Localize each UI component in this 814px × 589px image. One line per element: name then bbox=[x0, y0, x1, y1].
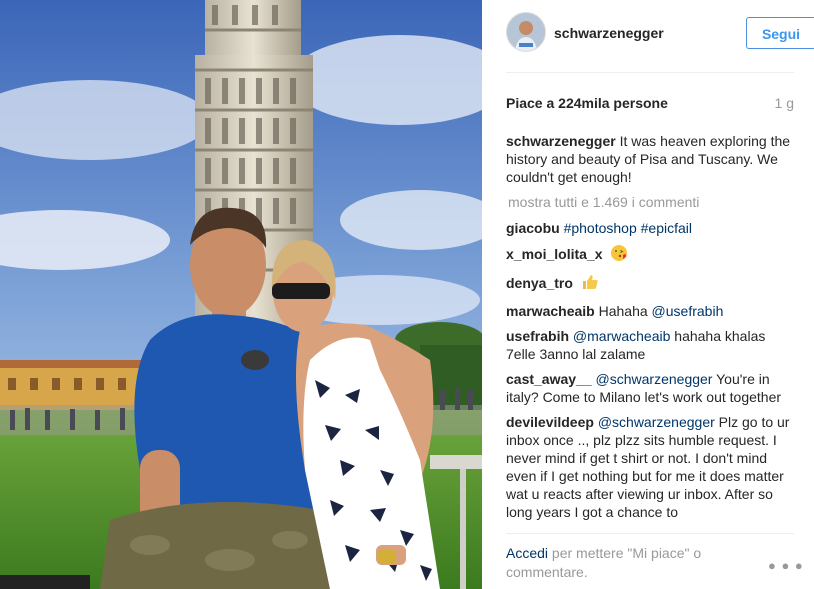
post-side-panel: schwarzenegger Segui Piace a 224mila per… bbox=[482, 0, 814, 589]
list-item: giacobu #photoshop #epicfail bbox=[506, 219, 796, 237]
comment-username[interactable]: marwacheaib bbox=[506, 303, 595, 319]
divider bbox=[506, 533, 794, 534]
comment-username[interactable]: cast_away__ bbox=[506, 371, 592, 387]
thumbs-up-icon bbox=[581, 273, 599, 295]
author-username[interactable]: schwarzenegger bbox=[554, 25, 664, 41]
comment-username[interactable]: devilevildeep bbox=[506, 414, 594, 430]
post-time[interactable]: 1 g bbox=[775, 95, 794, 111]
hashtag-link[interactable]: #epicfail bbox=[641, 220, 692, 236]
comment-username[interactable]: usefrabih bbox=[506, 328, 569, 344]
comment-text: Hahaha bbox=[598, 303, 652, 319]
list-item: devilevildeep @schwarzenegger Plz go to … bbox=[506, 413, 796, 521]
mention-link[interactable]: @marwacheaib bbox=[573, 328, 670, 344]
comment-username[interactable]: denya_tro bbox=[506, 275, 573, 291]
mention-link[interactable]: @schwarzenegger bbox=[596, 371, 713, 387]
avatar[interactable] bbox=[506, 12, 546, 52]
hashtag-link[interactable]: #photoshop bbox=[564, 220, 637, 236]
list-item: denya_tro bbox=[506, 273, 796, 295]
divider bbox=[506, 72, 794, 73]
mention-link[interactable]: @usefrabih bbox=[652, 303, 724, 319]
list-item: usefrabih @marwacheaib hahaha khalas 7el… bbox=[506, 327, 796, 363]
mention-link[interactable]: @schwarzenegger bbox=[598, 414, 715, 430]
post-header: schwarzenegger Segui bbox=[506, 12, 814, 56]
login-prompt: Accedi per mettere "Mi piace" o commenta… bbox=[506, 544, 736, 582]
caption: schwarzenegger It was heaven exploring t… bbox=[506, 132, 796, 186]
show-all-comments-link[interactable]: mostra tutti e 1.469 i commenti bbox=[508, 193, 796, 211]
face-blowing-kiss-icon bbox=[610, 244, 628, 266]
avatar-image bbox=[507, 13, 545, 51]
login-link[interactable]: Accedi bbox=[506, 545, 548, 561]
post-photo[interactable] bbox=[0, 0, 482, 589]
list-item: cast_away__ @schwarzenegger You're in it… bbox=[506, 370, 796, 406]
comment-username[interactable]: giacobu bbox=[506, 220, 560, 236]
leaning-tower-photo bbox=[0, 0, 482, 589]
comments-list: schwarzenegger It was heaven exploring t… bbox=[506, 132, 796, 532]
caption-username[interactable]: schwarzenegger bbox=[506, 133, 616, 149]
list-item: marwacheaib Hahaha @usefrabih bbox=[506, 302, 796, 320]
comment-username[interactable]: x_moi_lolita_x bbox=[506, 246, 603, 262]
list-item: x_moi_lolita_x bbox=[506, 244, 796, 266]
likes-count[interactable]: Piace a 224mila persone bbox=[506, 95, 668, 111]
follow-button[interactable]: Segui bbox=[746, 17, 814, 49]
more-options-icon[interactable]: ● ● ● bbox=[768, 558, 804, 573]
